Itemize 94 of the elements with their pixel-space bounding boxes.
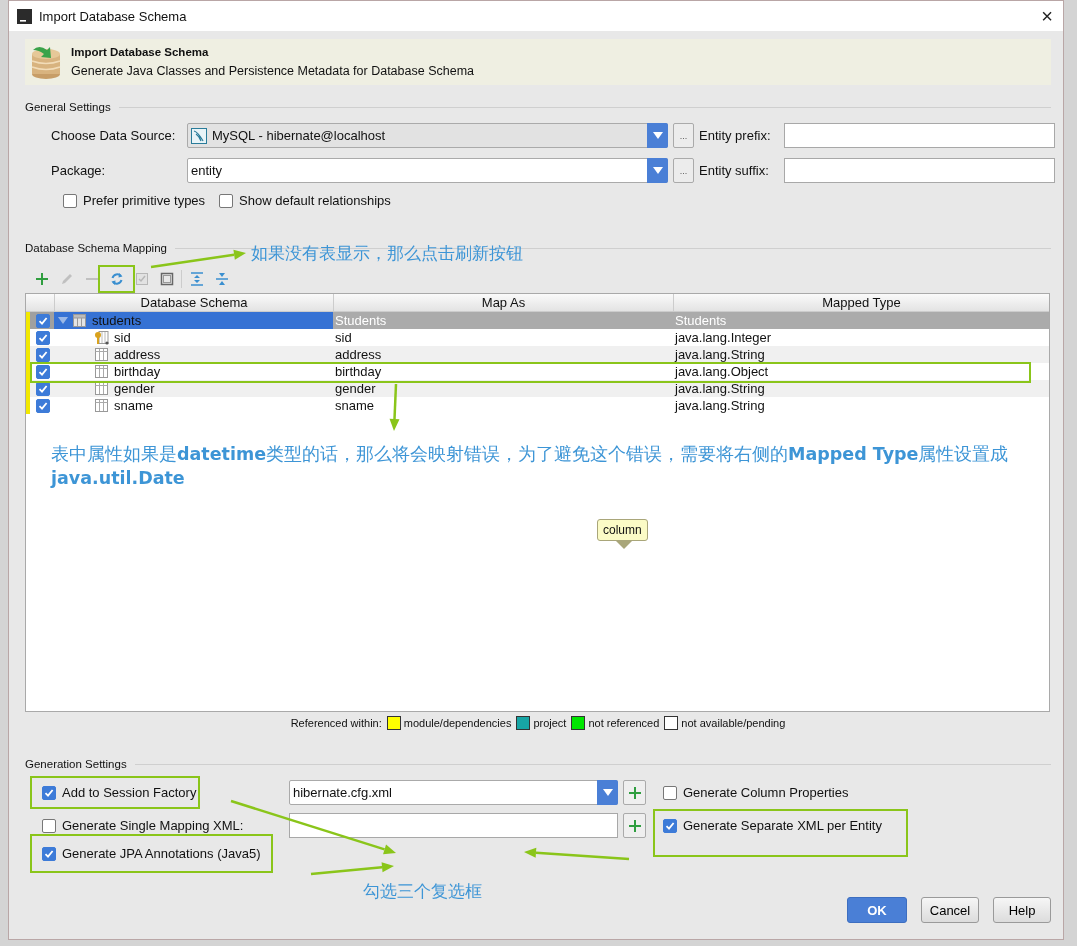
- annotation-note: 如果没有表显示，那么点击刷新按钮: [251, 243, 523, 263]
- section-title: Generation Settings: [25, 758, 127, 770]
- expand-all-icon[interactable]: [189, 272, 204, 286]
- table-cell-text: java.lang.String: [673, 346, 766, 363]
- checkbox-label: Generate Column Properties: [683, 785, 849, 800]
- dropdown-button[interactable]: [597, 780, 618, 805]
- browse-button[interactable]: ...: [673, 158, 694, 183]
- dropdown-button[interactable]: [647, 123, 668, 148]
- field-label: Choose Data Source:: [51, 128, 177, 143]
- field-label: Entity suffix:: [699, 163, 770, 178]
- annotation-paragraph: 表中属性如果是datetime类型的话，那么将会映射错误，为了避免这个错误，需要将右侧的Mapped Type属性设置成java.util.Date: [51, 443, 1010, 490]
- tree-item-name[interactable]: sid: [114, 329, 131, 346]
- add-icon: [627, 818, 642, 833]
- data-source-dropdown[interactable]: MySQL - hibernate@localhost: [187, 123, 668, 148]
- field-label: Package:: [51, 163, 107, 178]
- column-icon: [94, 346, 110, 363]
- tree-item-name[interactable]: gender: [114, 380, 155, 397]
- checkbox-label: Prefer primitive types: [83, 193, 206, 208]
- table-cell-text: sid: [334, 329, 353, 346]
- table-cell-text: java.lang.Integer: [673, 329, 773, 346]
- checkbox[interactable]: [42, 785, 56, 800]
- package-dropdown[interactable]: entity: [187, 158, 668, 183]
- table-cell-text: address: [334, 346, 383, 363]
- add-button[interactable]: [623, 780, 646, 805]
- annotation-note: 勾选三个复选框: [363, 881, 482, 901]
- table-cell-text: birthday: [334, 363, 383, 380]
- checkbox[interactable]: [63, 193, 77, 208]
- table-cell-text: java.lang.Object: [673, 363, 770, 380]
- caret-icon: [652, 131, 663, 140]
- dropdown-button[interactable]: [647, 158, 668, 183]
- refresh-icon[interactable]: [109, 272, 124, 286]
- table-cell-text: Students: [334, 312, 388, 329]
- tooltip: column: [597, 519, 648, 549]
- checkbox[interactable]: [42, 846, 56, 861]
- expand-arrow-icon[interactable]: [58, 316, 68, 325]
- checkbox[interactable]: [219, 193, 234, 208]
- table-cell-text: java.lang.String: [673, 380, 766, 397]
- checkbox[interactable]: [36, 347, 50, 362]
- window-title: Import Database Schema: [39, 8, 188, 24]
- checkbox[interactable]: [663, 818, 677, 833]
- legend-label: not referenced: [588, 717, 660, 729]
- dialog-button[interactable]: OK: [847, 897, 907, 923]
- checkbox-label: Generate Separate XML per Entity: [683, 818, 882, 833]
- header-subtitle: Generate Java Classes and Persistence Metadata for Database Schema: [71, 64, 474, 78]
- tree-item-name[interactable]: sname: [114, 397, 154, 414]
- section-title: General Settings: [25, 101, 111, 113]
- header-title: Import Database Schema: [71, 46, 210, 58]
- field-label: Entity prefix:: [699, 128, 772, 143]
- legend-label: project: [533, 717, 567, 729]
- table-cell-text: sname: [334, 397, 376, 414]
- app-logo-icon: [17, 8, 32, 24]
- column-header[interactable]: Database Schema: [54, 294, 333, 311]
- arrow: [389, 383, 400, 431]
- checkbox-label: Add to Session Factory: [62, 785, 197, 800]
- database-icon: [191, 127, 207, 144]
- checkbox[interactable]: [663, 785, 677, 800]
- browse-button[interactable]: ...: [673, 123, 694, 148]
- highlight-frame: [98, 265, 135, 293]
- dialog-button[interactable]: Help: [993, 897, 1051, 923]
- legend-label: not available/pending: [681, 717, 786, 729]
- checkbox-label: Show default relationships: [239, 193, 391, 208]
- add-button[interactable]: [623, 813, 646, 838]
- caret-icon: [602, 788, 613, 797]
- column-header[interactable]: Mapped Type: [673, 294, 1049, 311]
- add-icon: [627, 785, 642, 800]
- table-icon: [72, 312, 88, 329]
- legend-label: module/dependencies: [403, 717, 512, 729]
- legend-label: Referenced within:: [290, 717, 382, 729]
- entity-suffix-field[interactable]: [784, 158, 1055, 183]
- checkbox-label: Generate JPA Annotations (Java5): [62, 846, 261, 861]
- table-cell-text: java.lang.String: [673, 397, 766, 414]
- entity-prefix-field[interactable]: [784, 123, 1055, 148]
- tree-item-name[interactable]: birthday: [114, 363, 161, 380]
- collapse-all-icon[interactable]: [214, 272, 229, 286]
- add-icon[interactable]: [34, 272, 49, 286]
- dialog-button[interactable]: Cancel: [921, 897, 979, 923]
- empty-box-icon[interactable]: [159, 272, 174, 286]
- table-cell-text: gender: [334, 380, 377, 397]
- close-button[interactable]: ×: [1031, 6, 1063, 26]
- checkbox-label: Generate Single Mapping XML:: [62, 818, 244, 833]
- checkbox[interactable]: [36, 330, 50, 345]
- checkbox[interactable]: [36, 364, 50, 379]
- checkbox[interactable]: [36, 313, 50, 328]
- tree-item-name[interactable]: address: [114, 346, 161, 363]
- checkbox[interactable]: [42, 818, 56, 833]
- database-import-icon: [29, 44, 63, 80]
- checkbox[interactable]: [36, 398, 50, 413]
- mapping-file-field[interactable]: [289, 813, 618, 838]
- tree-item-name[interactable]: students: [92, 312, 142, 329]
- column-header[interactable]: Map As: [333, 294, 673, 311]
- section-title: Database Schema Mapping: [25, 242, 167, 254]
- caret-icon: [652, 166, 663, 175]
- config-file-dropdown[interactable]: hibernate.cfg.xml: [289, 780, 618, 805]
- table-cell-text: Students: [674, 312, 728, 329]
